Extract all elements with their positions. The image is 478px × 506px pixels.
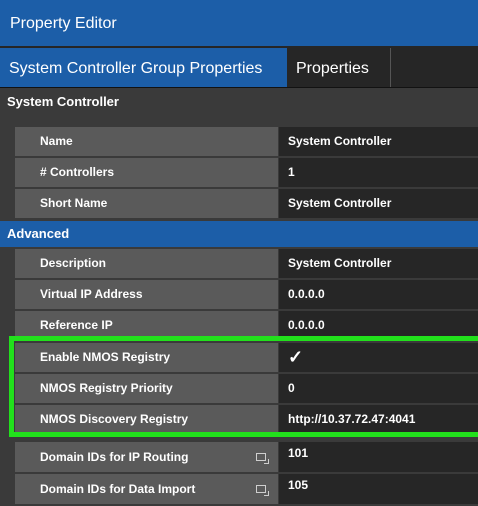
tab-system-controller-group-properties[interactable]: System Controller Group Properties: [0, 48, 287, 87]
property-row-nmos-discovery-registry: NMOS Discovery Registry http://10.37.72.…: [15, 405, 478, 434]
property-row-controllers: # Controllers 1: [15, 158, 478, 187]
property-label: NMOS Discovery Registry: [15, 405, 278, 434]
property-row-short-name: Short Name System Controller: [15, 189, 478, 218]
property-row-name: Name System Controller: [15, 127, 478, 156]
section-advanced[interactable]: Advanced: [0, 221, 478, 247]
window-title: Property Editor: [0, 0, 478, 46]
property-row-nmos-registry-priority: NMOS Registry Priority 0: [15, 374, 478, 403]
property-label: Reference IP: [15, 311, 278, 340]
property-value[interactable]: 1: [279, 158, 478, 187]
list-edit-icon[interactable]: [256, 453, 269, 464]
property-row-enable-nmos-registry: Enable NMOS Registry ✓: [15, 343, 478, 372]
list-edit-icon[interactable]: [256, 485, 269, 496]
property-row-virtual-ip-address: Virtual IP Address 0.0.0.0: [15, 280, 478, 309]
section-system-controller[interactable]: System Controller: [0, 88, 478, 116]
property-label: Description: [15, 249, 278, 278]
property-value[interactable]: System Controller: [279, 249, 478, 278]
property-value[interactable]: http://10.37.72.47:4041: [279, 405, 478, 434]
property-label: Domain IDs for Data Import: [15, 474, 278, 504]
property-value[interactable]: 0.0.0.0: [279, 311, 478, 340]
enable-nmos-registry-checkbox[interactable]: ✓: [279, 343, 478, 372]
property-value[interactable]: 0: [279, 374, 478, 403]
property-label: # Controllers: [15, 158, 278, 187]
property-value[interactable]: 105: [279, 474, 478, 504]
property-value[interactable]: 0.0.0.0: [279, 280, 478, 309]
property-row-reference-ip: Reference IP 0.0.0.0: [15, 311, 478, 340]
property-value[interactable]: 101: [279, 442, 478, 472]
property-value[interactable]: System Controller: [279, 189, 478, 218]
property-label: Virtual IP Address: [15, 280, 278, 309]
property-row-description: Description System Controller: [15, 249, 478, 278]
property-row-domain-ids-ip-routing: Domain IDs for IP Routing 101: [15, 442, 478, 472]
property-row-domain-ids-data-import: Domain IDs for Data Import 105: [15, 474, 478, 504]
tab-properties[interactable]: Properties: [287, 48, 391, 87]
tab-bar: System Controller Group Properties Prope…: [0, 46, 478, 88]
property-label: Name: [15, 127, 278, 156]
property-label: Short Name: [15, 189, 278, 218]
property-label: Enable NMOS Registry: [15, 343, 278, 372]
property-label: Domain IDs for IP Routing: [15, 442, 278, 472]
property-value[interactable]: System Controller: [279, 127, 478, 156]
property-label: NMOS Registry Priority: [15, 374, 278, 403]
